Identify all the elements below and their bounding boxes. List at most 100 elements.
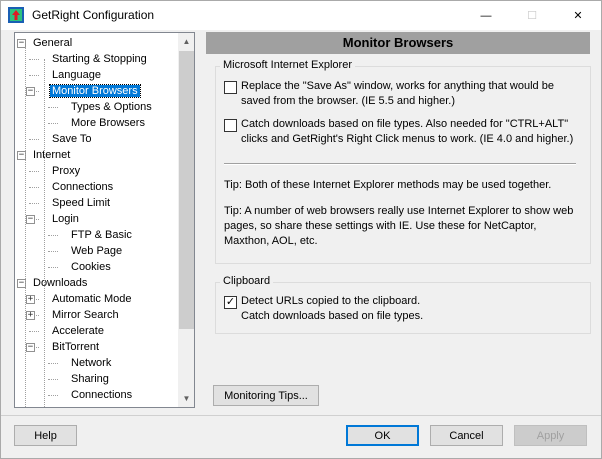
tree-item[interactable]: Internet xyxy=(31,147,72,163)
scroll-down-icon: ▼ xyxy=(182,394,191,403)
tree-item[interactable]: Connections xyxy=(50,179,115,195)
tree-expand-icon[interactable]: + xyxy=(26,311,35,320)
tree-item[interactable]: General xyxy=(31,35,74,51)
tree-collapse-icon[interactable]: − xyxy=(26,87,35,96)
tree-guide xyxy=(25,47,26,407)
tip-web-browsers: Tip: A number of web browsers really use… xyxy=(224,204,573,249)
tree-connector xyxy=(29,331,39,332)
tree-connector xyxy=(48,379,58,380)
tree-item-label: Accelerate xyxy=(52,325,104,337)
maximize-button: ☐ xyxy=(509,1,555,30)
cancel-button[interactable]: Cancel xyxy=(430,425,503,446)
minimize-button[interactable]: — xyxy=(463,1,509,30)
tree-collapse-icon[interactable]: − xyxy=(26,343,35,352)
tree-item-label: Monitor Browsers xyxy=(49,84,141,98)
monitoring-tips-button[interactable]: Monitoring Tips... xyxy=(213,385,319,406)
minimize-icon: — xyxy=(480,9,492,22)
catch-file-types-line1: Catch downloads based on file types. Als… xyxy=(241,118,569,130)
tree-connector xyxy=(48,395,58,396)
tree-collapse-icon[interactable]: − xyxy=(26,215,35,224)
tree-connector xyxy=(48,235,58,236)
clipboard-group-title: Clipboard xyxy=(220,275,274,287)
replace-save-as-checkbox[interactable] xyxy=(224,81,237,94)
tree-item[interactable]: Automatic Mode xyxy=(50,291,133,307)
tip-both-methods: Tip: Both of these Internet Explorer met… xyxy=(224,179,552,191)
detect-urls-line2: Catch downloads based on file types. xyxy=(241,310,424,322)
tree-item[interactable]: Connections xyxy=(69,387,134,403)
tree-item-label: Sharing xyxy=(71,373,109,385)
config-window: GetRight Configuration — ☐ ✕ − General Sta… xyxy=(0,0,602,459)
tree-item-label: Automatic Mode xyxy=(52,293,132,305)
tree-item[interactable]: Proxy xyxy=(50,163,82,179)
detect-urls-label[interactable]: Detect URLs copied to the clipboard. Cat… xyxy=(241,294,423,324)
tree-item-label: Downloads xyxy=(33,277,88,289)
tree-item-label: Mirror Search xyxy=(52,309,119,321)
tree-item[interactable]: Web Page xyxy=(69,243,124,259)
tree-item-label: More Browsers xyxy=(71,117,145,129)
catch-file-types-checkbox[interactable] xyxy=(224,119,237,132)
help-button[interactable]: Help xyxy=(14,425,77,446)
scroll-up-button[interactable]: ▲ xyxy=(178,33,194,50)
tree-item[interactable]: Starting & Stopping xyxy=(50,51,149,67)
tree-item-label: Speed Limit xyxy=(52,197,111,209)
tree-connector xyxy=(29,203,39,204)
tree-connector xyxy=(29,187,39,188)
tree-item[interactable]: More Browsers xyxy=(69,115,147,131)
tree-item-label: Cookies xyxy=(71,261,111,273)
replace-save-as-label[interactable]: Replace the "Save As" window, works for … xyxy=(241,79,554,109)
footer-separator xyxy=(1,415,601,416)
tree-connector xyxy=(29,75,39,76)
tree-item[interactable]: Cookies xyxy=(69,259,113,275)
tree-connector xyxy=(29,171,39,172)
replace-save-as-line1: Replace the "Save As" window, works for … xyxy=(241,80,554,92)
tree-item[interactable]: Mirror Search xyxy=(50,307,121,323)
tree-item-label: Login xyxy=(52,213,79,225)
tree-item[interactable]: Speed Limit xyxy=(50,195,112,211)
tree-item[interactable]: Accelerate xyxy=(50,323,106,339)
tree-connector xyxy=(48,251,58,252)
settings-tree[interactable]: − General Starting & Stopping Language − Moni… xyxy=(14,32,195,408)
tree-item-label: Internet xyxy=(33,149,71,161)
ok-button[interactable]: OK xyxy=(346,425,419,446)
ie-group-separator xyxy=(224,163,576,165)
scroll-down-button[interactable]: ▼ xyxy=(178,390,194,407)
tree-expand-icon[interactable]: + xyxy=(26,295,35,304)
checkmark-icon: ✓ xyxy=(225,296,236,308)
tree-item-label: Language xyxy=(52,69,101,81)
tree-item[interactable]: Monitor Browsers xyxy=(49,83,141,99)
tip-web-browsers-line3: Maxthon, AOL, etc. xyxy=(224,235,318,247)
tree-item-label: BitTorrent xyxy=(52,341,100,353)
tree-connector xyxy=(48,363,58,364)
tree-item-label: Types & Options xyxy=(71,101,152,113)
tree-connector xyxy=(29,59,39,60)
window-title: GetRight Configuration xyxy=(32,8,155,22)
tree-item-label: Network xyxy=(71,357,112,369)
getright-app-icon xyxy=(8,7,24,23)
title-bar[interactable]: GetRight Configuration — ☐ ✕ xyxy=(1,1,601,30)
tree-item[interactable]: Language xyxy=(50,67,103,83)
tree-item[interactable]: Types & Options xyxy=(69,99,154,115)
replace-save-as-line2: saved from the browser. (IE 5.5 and high… xyxy=(241,95,456,107)
tree-item-label: Web Page xyxy=(71,245,123,257)
tree-item[interactable]: FTP & Basic xyxy=(69,227,134,243)
scroll-thumb[interactable] xyxy=(179,51,194,329)
close-button[interactable]: ✕ xyxy=(555,1,601,30)
tree-item[interactable]: Login xyxy=(50,211,81,227)
tree-item[interactable]: Network xyxy=(69,355,113,371)
tree-item-label: FTP & Basic xyxy=(71,229,132,241)
tree-item[interactable]: Downloads xyxy=(31,275,89,291)
maximize-icon: ☐ xyxy=(527,10,537,22)
close-icon: ✕ xyxy=(573,10,583,22)
tree-item[interactable]: Sharing xyxy=(69,371,111,387)
tree-scrollbar[interactable]: ▲ ▼ xyxy=(178,33,194,407)
tip-web-browsers-line2: pages, so share these settings with IE. … xyxy=(224,220,537,232)
tree-connector xyxy=(48,267,58,268)
tree-item[interactable]: BitTorrent xyxy=(50,339,101,355)
tree-item[interactable]: Save To xyxy=(50,131,94,147)
catch-file-types-line2: clicks and GetRight's Right Click menus … xyxy=(241,133,574,145)
tree-connector xyxy=(48,123,58,124)
detect-urls-checkbox[interactable]: ✓ xyxy=(224,296,237,309)
tree-guide xyxy=(44,59,45,407)
catch-file-types-label[interactable]: Catch downloads based on file types. Als… xyxy=(241,117,573,147)
ie-group-title: Microsoft Internet Explorer xyxy=(220,59,355,71)
